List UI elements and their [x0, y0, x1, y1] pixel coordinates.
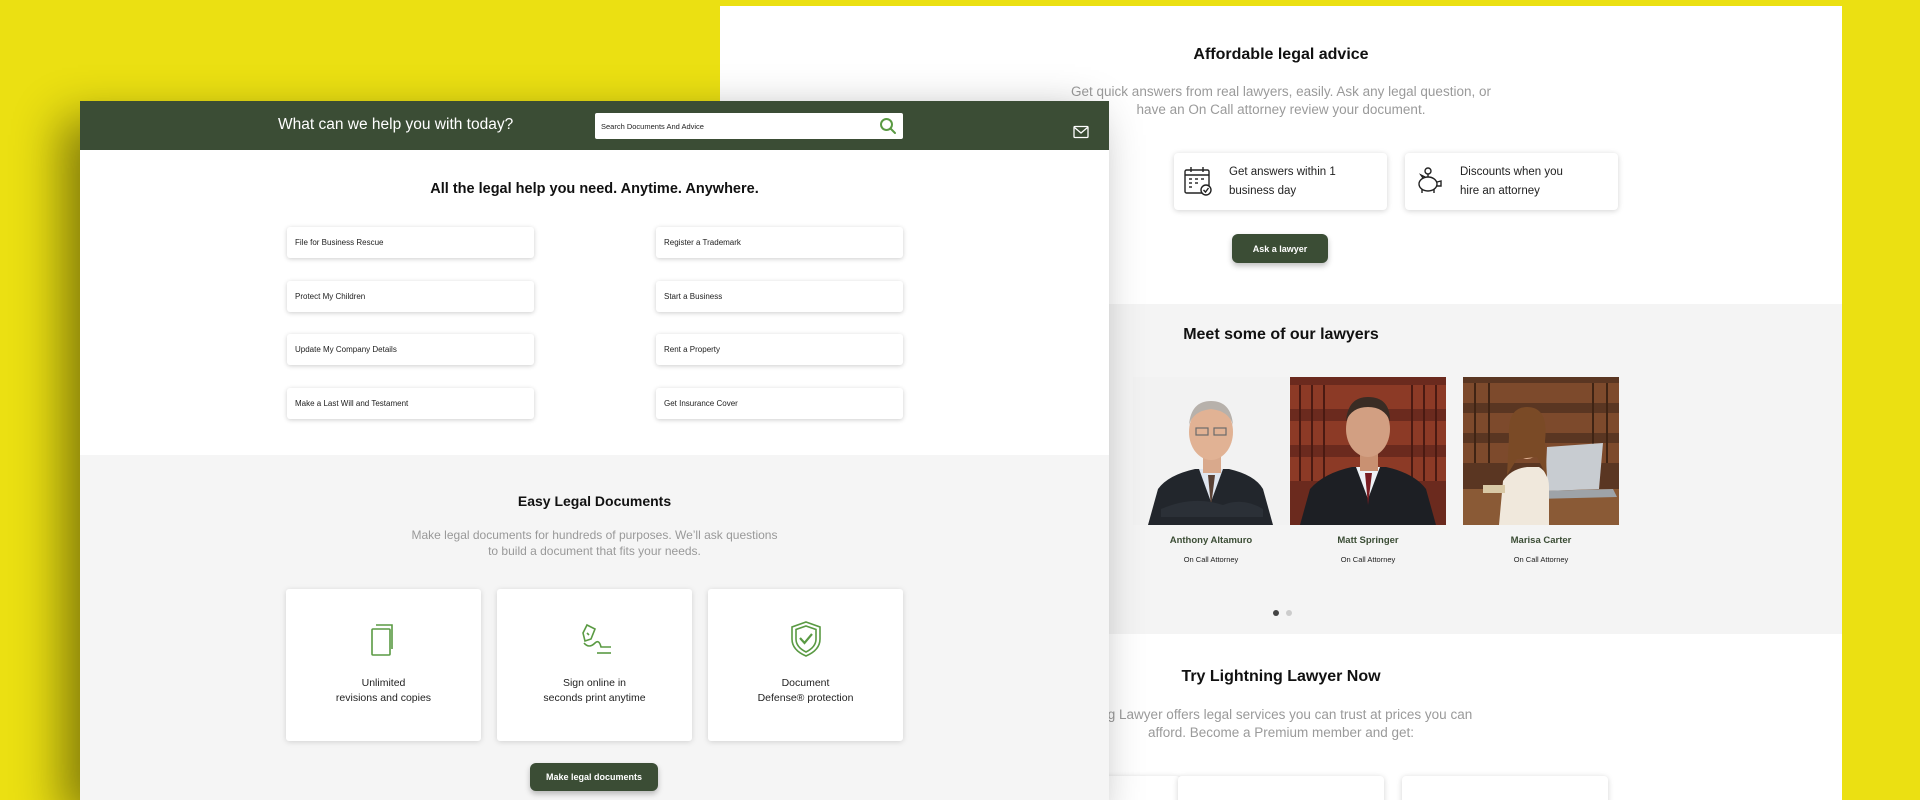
feature-answers-line2: business day	[1229, 185, 1297, 197]
copies-icon	[371, 624, 393, 656]
signature-pen-icon	[582, 623, 611, 654]
lawyer-role-2: On Call Attorney	[1340, 555, 1396, 564]
lawyer-photo-2	[1290, 377, 1446, 525]
calendar-icon	[1184, 167, 1212, 196]
documents-subtitle-line2: to build a document that fits your needs…	[488, 544, 701, 558]
lawyer-name-3: Marisa Carter	[1510, 535, 1572, 546]
advice-subtitle-line1: Get quick answers from real lawyers, eas…	[1071, 84, 1491, 99]
link-rent-property[interactable]: Rent a Property	[656, 334, 903, 365]
lawyer-role-1: On Call Attorney	[1183, 555, 1239, 564]
make-documents-button[interactable]: Make legal documents	[530, 763, 658, 791]
lawyer-photo-3	[1463, 377, 1619, 525]
piggy-bank-icon	[1418, 167, 1442, 193]
lawyer-role-3: On Call Attorney	[1513, 555, 1569, 564]
link-start-business[interactable]: Start a Business	[656, 281, 903, 312]
feature-discounts-line2: hire an attorney	[1460, 185, 1540, 197]
help-title: All the legal help you need. Anytime. An…	[430, 181, 759, 197]
advice-title: Affordable legal advice	[1193, 46, 1369, 63]
lawyer-name-2: Matt Springer	[1337, 535, 1399, 546]
feature-card-answers: Get answers within 1 business day	[1174, 153, 1387, 210]
documents-title: Easy Legal Documents	[517, 493, 672, 509]
doc-card-revisions-text: Unlimited revisions and copies	[335, 677, 432, 704]
premium-card-2	[1178, 776, 1384, 800]
carousel-dot-active[interactable]	[1273, 610, 1279, 616]
premium-card-3	[1402, 776, 1608, 800]
doc-card-defense: Document Defense® protection	[708, 589, 903, 741]
header-prompt: What can we help you with today?	[278, 116, 514, 133]
shield-check-icon	[791, 621, 821, 657]
doc-card-sign-text: Sign online in seconds print anytime	[543, 677, 646, 704]
feature-answers-line1: Get answers within 1	[1229, 166, 1336, 178]
documents-subtitle-line1: Make legal documents for hundreds of pur…	[411, 528, 778, 542]
lawyer-card-2[interactable]: Matt Springer On Call Attorney	[1290, 377, 1446, 564]
feature-card-discounts: Discounts when you hire an attorney	[1405, 153, 1618, 210]
front-page-preview: What can we help you with today? All the…	[80, 101, 1109, 800]
doc-card-defense-text: Document Defense® protection	[757, 677, 854, 704]
doc-card-revisions: Unlimited revisions and copies	[286, 589, 481, 741]
lawyer-card-1[interactable]: Anthony Altamuro On Call Attorney	[1133, 377, 1289, 564]
site-header: What can we help you with today?	[80, 101, 1109, 150]
link-update-company[interactable]: Update My Company Details	[287, 334, 534, 365]
doc-card-sign: Sign online in seconds print anytime	[497, 589, 692, 741]
link-protect-children[interactable]: Protect My Children	[287, 281, 534, 312]
link-last-will[interactable]: Make a Last Will and Testament	[287, 388, 534, 419]
search-icon[interactable]	[879, 117, 897, 135]
lawyer-photo-1	[1133, 377, 1289, 525]
lawyer-name-1: Anthony Altamuro	[1169, 535, 1253, 546]
link-business-rescue[interactable]: File for Business Rescue	[287, 227, 534, 258]
lawyer-card-3[interactable]: Marisa Carter On Call Attorney	[1463, 377, 1619, 564]
search-bar[interactable]	[595, 113, 903, 139]
premium-card-partial	[1100, 776, 1180, 800]
link-insurance-cover[interactable]: Get Insurance Cover	[656, 388, 903, 419]
carousel-dot[interactable]	[1286, 610, 1292, 616]
link-register-trademark[interactable]: Register a Trademark	[656, 227, 903, 258]
mail-icon[interactable]	[1073, 125, 1089, 139]
feature-discounts-line1: Discounts when you	[1460, 166, 1563, 178]
ask-lawyer-button[interactable]: Ask a lawyer	[1232, 234, 1328, 263]
search-input[interactable]	[595, 113, 865, 139]
